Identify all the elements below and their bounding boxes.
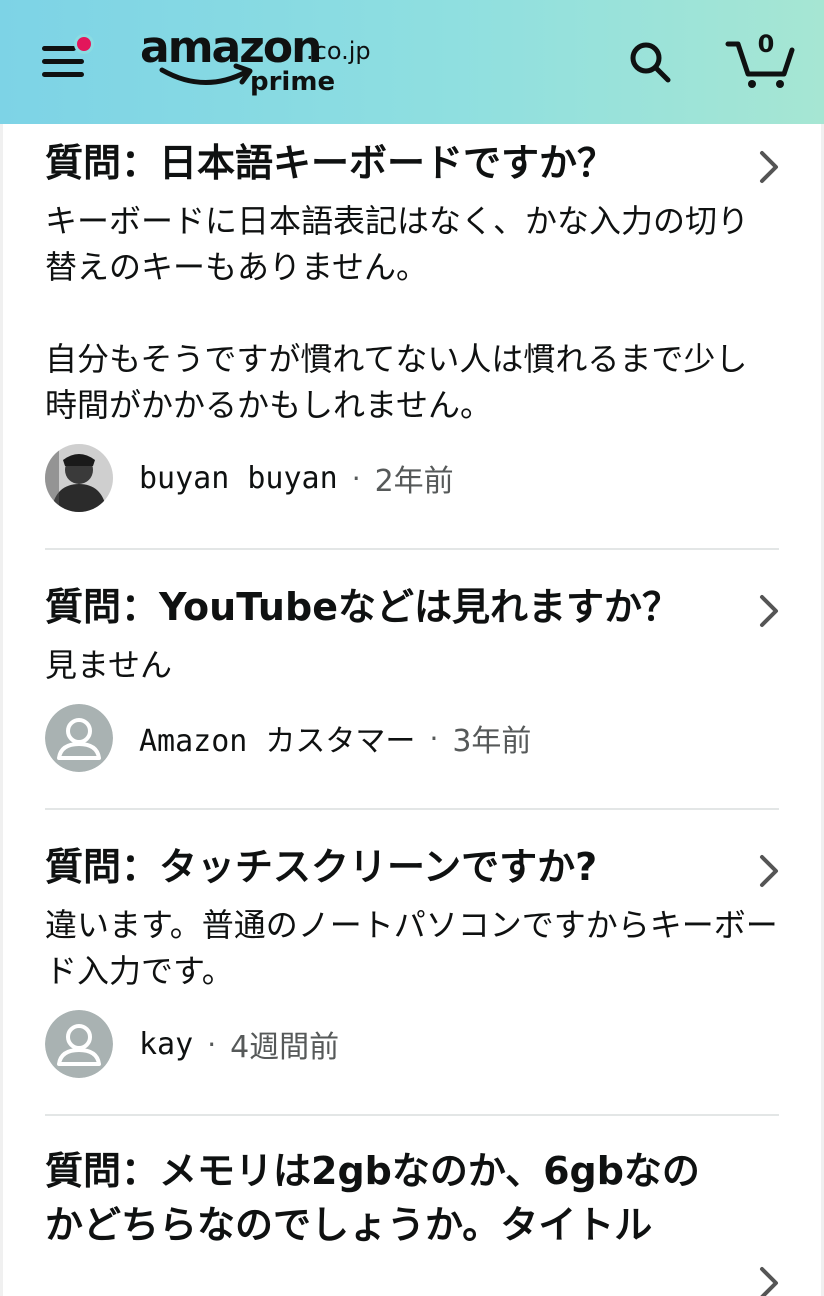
default-user-icon [45, 704, 113, 772]
answer-text: 違います。普通のノートパソコンですからキーボード入力です。 [45, 906, 778, 990]
qa-item: 質問：YouTubeなどは見れますか？ 見ません Amazon カスタマー · … [3, 550, 821, 774]
question-title[interactable]: 質問：タッチスクリーンですか? [45, 840, 779, 894]
qa-item: 質問：メモリは2gbなのか、6gbなのかどちらなのでしょうか。タイトル [3, 1116, 821, 1296]
hamburger-menu-button[interactable] [40, 34, 96, 88]
qa-list: 質問：日本語キーボードですか？ キーボードに日本語表記はなく、かな入力の切り替え… [0, 124, 824, 1296]
user-photo-icon [45, 444, 113, 512]
chevron-right-icon[interactable] [759, 594, 779, 628]
top-nav-bar: amazon .co.jp prime 0 [0, 0, 824, 124]
author-name[interactable]: buyan buyan [139, 461, 338, 496]
avatar [45, 704, 113, 772]
menu-icon-bar [42, 59, 84, 64]
separator-dot: · [429, 721, 439, 755]
answer-time: 4週間前 [230, 1030, 340, 1065]
question-title[interactable]: 質問：YouTubeなどは見れますか？ [45, 580, 779, 634]
menu-icon-bar [42, 72, 84, 77]
answer-time: 2年前 [374, 464, 454, 499]
author-name[interactable]: kay [139, 1027, 193, 1062]
separator-dot: · [207, 1027, 217, 1061]
chevron-right-icon[interactable] [759, 854, 779, 888]
default-user-icon [45, 1010, 113, 1078]
chevron-right-icon[interactable] [759, 150, 779, 184]
author-name[interactable]: Amazon カスタマー [139, 716, 415, 760]
smile-arrow-icon [159, 63, 253, 85]
notification-dot [74, 34, 94, 54]
avatar [45, 444, 113, 512]
qa-item: 質問：タッチスクリーンですか? 違います。普通のノートパソコンですからキーボード… [3, 810, 821, 1080]
answer-text: キーボードに日本語表記はなく、かな入力の切り替えのキーもありません。 自分もそう… [45, 202, 750, 424]
logo-tld: .co.jp [306, 37, 371, 65]
search-button[interactable] [626, 38, 674, 86]
logo-prime: prime [250, 67, 336, 97]
question-title[interactable]: 質問：日本語キーボードですか？ [45, 136, 779, 190]
menu-icon [42, 46, 76, 51]
answer-author: buyan buyan · 2年前 [45, 442, 779, 514]
chevron-right-icon[interactable] [759, 1266, 779, 1296]
answer-text: 見ません [45, 646, 173, 684]
avatar [45, 1010, 113, 1078]
answer-author: Amazon カスタマー · 3年前 [45, 702, 779, 774]
separator-dot: · [351, 461, 361, 495]
answer-time: 3年前 [452, 724, 532, 759]
search-icon [630, 42, 671, 83]
question-title[interactable]: 質問：メモリは2gbなのか、6gbなのかどちらなのでしょうか。タイトル [45, 1144, 779, 1252]
answer-author: kay · 4週間前 [45, 1008, 779, 1080]
cart-button[interactable]: 0 [724, 30, 798, 90]
cart-count: 0 [757, 30, 775, 58]
amazon-prime-logo[interactable]: amazon .co.jp prime [140, 26, 380, 98]
qa-item: 質問：日本語キーボードですか？ キーボードに日本語表記はなく、かな入力の切り替え… [3, 124, 821, 514]
